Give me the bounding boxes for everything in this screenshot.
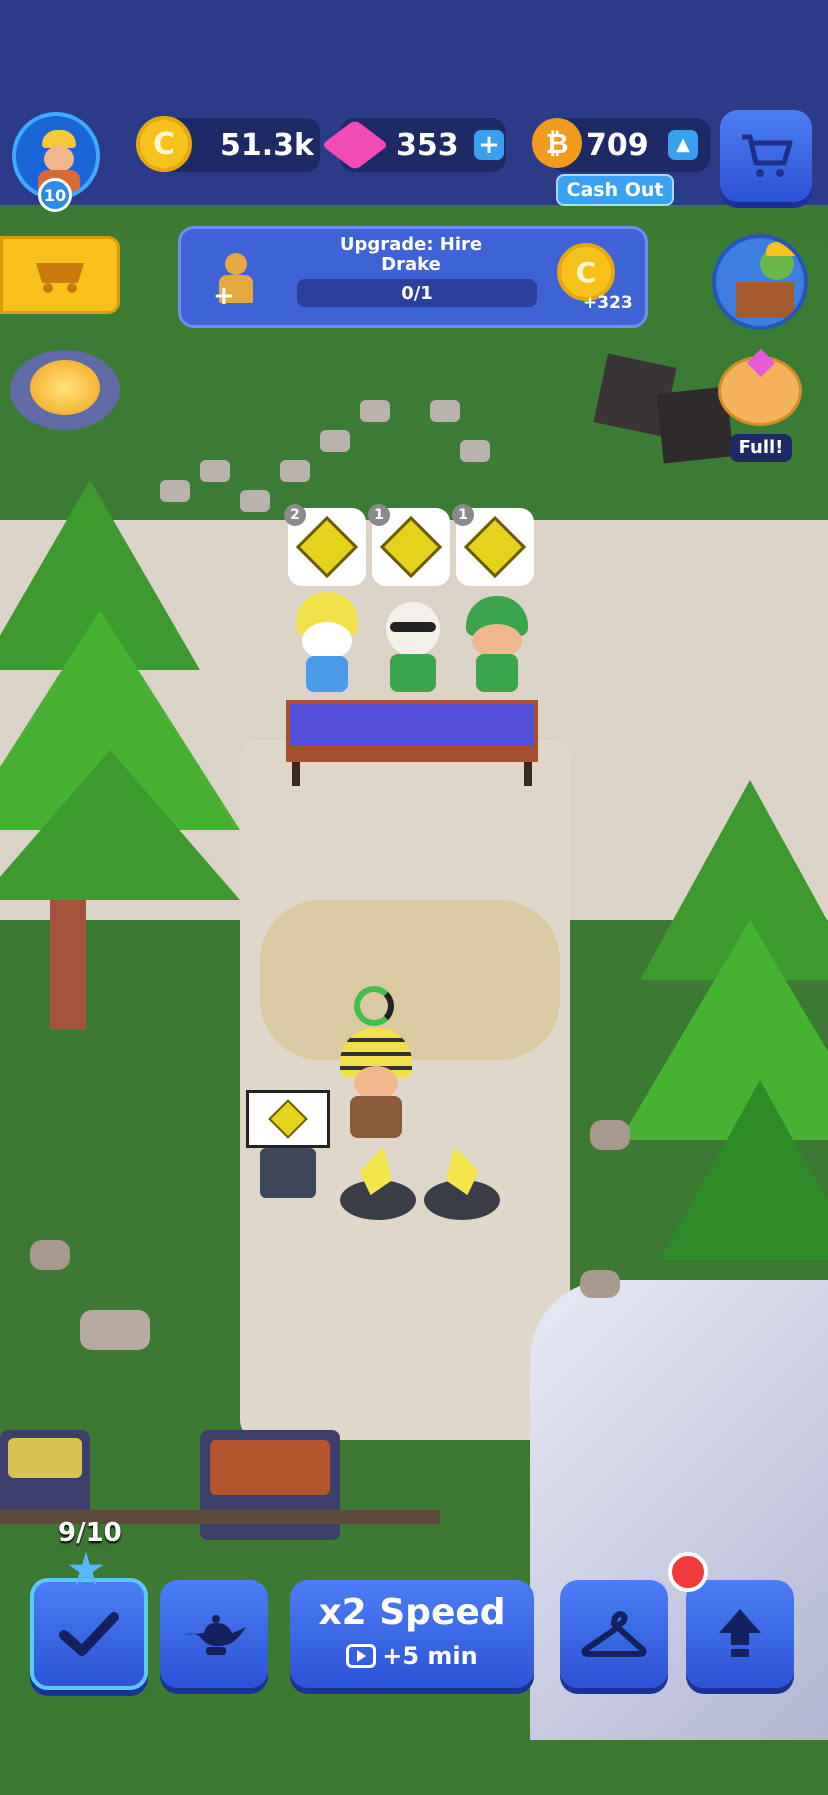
bitcoin-icon: ₿	[532, 118, 582, 168]
trade-counter	[286, 700, 538, 750]
upgrade-title: Upgrade: Hire Drake	[339, 234, 483, 275]
rock	[80, 1310, 150, 1350]
gold-gem-icon	[268, 1099, 308, 1139]
gold-gem-icon	[379, 515, 443, 579]
piggy-bank-button[interactable]: Full!	[712, 348, 808, 462]
worker-yellow-hat[interactable]	[292, 592, 362, 702]
pine-tree-right	[620, 780, 828, 1340]
mine-cart-icon	[36, 263, 84, 293]
speed-boost-button[interactable]: x2 Speed +5 min	[290, 1580, 534, 1688]
cash-out-label: Cash Out	[566, 179, 664, 201]
tasks-button[interactable]	[30, 1578, 148, 1690]
outfit-button[interactable]	[560, 1580, 668, 1688]
shop-button[interactable]	[720, 110, 812, 202]
cash-out-button[interactable]: Cash Out	[556, 174, 674, 206]
worker-bald[interactable]	[378, 592, 448, 702]
gold-gem-icon	[295, 515, 359, 579]
hanger-icon	[581, 1611, 647, 1657]
request-count: 1	[452, 504, 474, 526]
gold-gem-icon	[463, 515, 527, 579]
worker-green-cap[interactable]	[462, 592, 532, 702]
gems-value: 353	[396, 127, 459, 163]
request-count: 2	[284, 504, 306, 526]
video-icon	[346, 1644, 377, 1668]
upgrade-button[interactable]	[686, 1580, 794, 1688]
rock	[30, 1240, 70, 1270]
add-bitcoin-button[interactable]: ▲	[668, 130, 698, 160]
genie-lamp-button[interactable]	[160, 1580, 268, 1688]
request-bubble[interactable]: 2	[284, 504, 366, 586]
campfire	[10, 350, 120, 430]
upgrade-progress-bar: 0/1	[297, 279, 537, 307]
crates	[593, 353, 734, 470]
coins-value: 51.3k	[220, 127, 314, 163]
add-gems-button[interactable]: +	[474, 130, 504, 160]
goblin-merchant-button[interactable]	[712, 234, 808, 330]
arrow-up-icon	[719, 1609, 761, 1657]
level-number: 10	[43, 185, 67, 205]
miner-player[interactable]	[336, 986, 420, 1146]
pine-tree-left	[0, 480, 240, 1040]
mining-progress-ring	[354, 986, 394, 1026]
hire-worker-icon: +	[213, 253, 259, 309]
speed-sub-label: +5 min	[382, 1642, 478, 1670]
level-badge: 10	[38, 178, 72, 212]
piggy-bank-label: Full!	[730, 434, 792, 462]
reward-amount: +323	[583, 293, 633, 313]
notification-pin	[668, 1552, 708, 1592]
gold-ore-node[interactable]	[340, 1140, 416, 1224]
rock	[590, 1120, 630, 1150]
check-icon	[59, 1612, 119, 1656]
gem-sign-post	[246, 1090, 334, 1200]
tasks-progress-text: 9/10	[58, 1518, 122, 1548]
speed-sub-row: +5 min	[290, 1642, 534, 1670]
lamp-icon	[184, 1615, 246, 1655]
coin-icon: C	[136, 116, 192, 172]
upgrade-progress-text: 0/1	[401, 282, 433, 304]
cart-icon	[742, 134, 793, 177]
request-bubble[interactable]: 1	[368, 504, 450, 586]
request-count: 1	[368, 504, 390, 526]
mine-cart-ticket[interactable]	[0, 236, 120, 314]
upgrade-task-panel[interactable]: + Upgrade: Hire Drake 0/1 C +323	[178, 226, 648, 328]
speed-label: x2 Speed	[318, 1592, 506, 1633]
worker-station: 2 1 1	[284, 504, 546, 788]
top-hud: 10 51.3k C 353 + 709 ₿ ▲ Cash Out	[0, 0, 828, 212]
mine-cart-gold	[0, 1430, 90, 1520]
bitcoin-value: 709	[586, 127, 649, 163]
gold-ore-node[interactable]	[424, 1140, 500, 1224]
rock	[580, 1270, 620, 1298]
request-bubble[interactable]: 1	[452, 504, 534, 586]
piggy-bank-icon	[718, 348, 802, 426]
